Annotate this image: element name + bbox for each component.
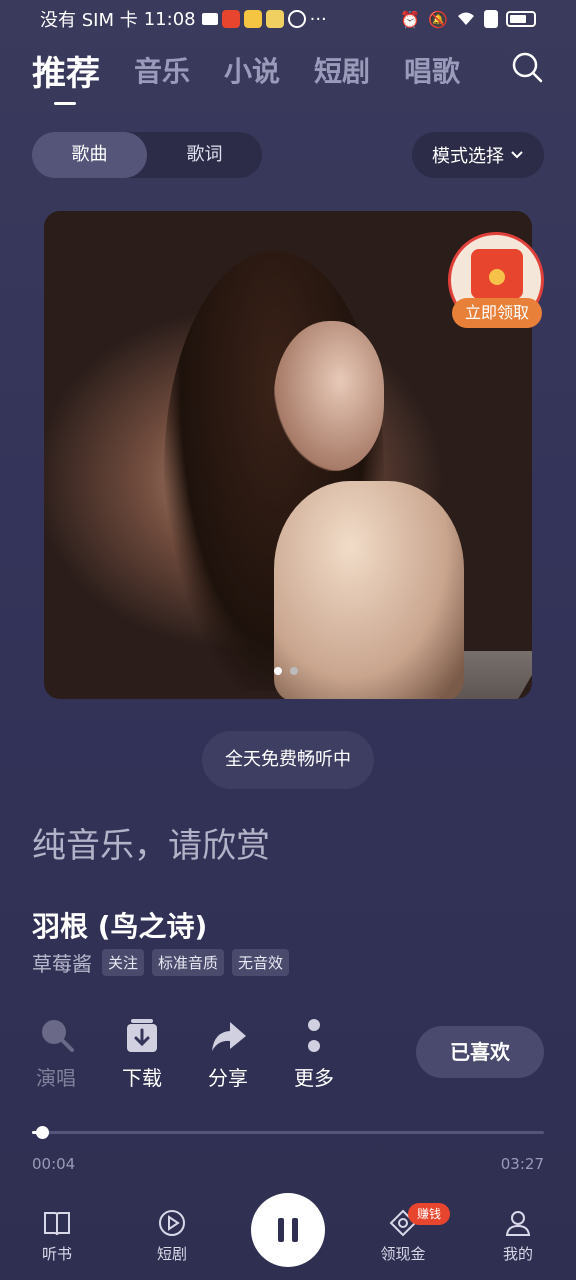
app-notification-icon <box>265 10 284 28</box>
nav-audiobook-label: 听书 <box>41 1245 72 1263</box>
nav-earn-cash-label: 领现金 <box>380 1245 426 1263</box>
carousel-dot <box>290 667 298 675</box>
more-notifications-indicator: ··· <box>309 8 327 30</box>
view-segment-control: 歌曲 歌词 <box>32 132 262 178</box>
nav-profile-label: 我的 <box>502 1245 533 1263</box>
cover-photo-detail <box>274 321 384 471</box>
download-button[interactable]: 下载 <box>114 1016 170 1091</box>
liked-button[interactable]: 已喜欢 <box>416 1026 544 1078</box>
carousel-dot <box>274 667 282 675</box>
sing-button[interactable]: 演唱 <box>28 1016 84 1091</box>
battery-icon <box>506 11 536 27</box>
carrier-text: 没有 SIM 卡 <box>40 10 138 31</box>
segment-song[interactable]: 歌曲 <box>32 132 147 178</box>
bottom-navigation: 听书 短剧 领现金 赚钱 我的 <box>0 1193 576 1280</box>
tab-novel[interactable]: 小说 <box>224 50 280 90</box>
lyrics-placeholder: 纯音乐，请欣赏 <box>32 826 270 866</box>
weibo-icon <box>243 10 262 28</box>
pause-button[interactable] <box>251 1193 325 1267</box>
mode-select-button[interactable]: 模式选择 <box>412 132 544 178</box>
nav-audiobook[interactable]: 听书 <box>17 1207 97 1264</box>
current-time: 00:04 <box>32 1155 76 1173</box>
song-meta: 草莓酱 关注 标准音质 无音效 <box>32 948 290 977</box>
tab-music[interactable]: 音乐 <box>134 50 190 90</box>
nav-short-drama[interactable]: 短剧 <box>132 1207 212 1264</box>
artist-name[interactable]: 草莓酱 <box>32 948 92 977</box>
progress-knob[interactable] <box>35 1126 49 1139</box>
cover-photo-detail <box>274 481 464 699</box>
tab-recommend[interactable]: 推荐 <box>32 46 100 105</box>
mode-select-label: 模式选择 <box>432 146 504 167</box>
free-listening-badge[interactable]: 全天免费畅听中 <box>202 731 374 789</box>
share-label: 分享 <box>208 1066 248 1090</box>
status-bar: 没有 SIM 卡 11:08 ··· ⏰ 🔕 <box>0 0 576 38</box>
download-icon <box>127 1019 157 1052</box>
song-actions: 演唱 下载 分享 更多 <box>28 1016 342 1091</box>
wifi-icon <box>458 12 474 25</box>
share-button[interactable]: 分享 <box>200 1016 256 1091</box>
song-title: 羽根 (鸟之诗) <box>32 910 208 943</box>
follow-button[interactable]: 关注 <box>102 949 145 976</box>
carousel-indicator <box>274 667 298 675</box>
red-envelope-icon <box>471 249 523 299</box>
vpn-icon <box>287 10 306 28</box>
quality-tag[interactable]: 标准音质 <box>152 949 225 976</box>
search-icon[interactable] <box>510 50 544 84</box>
sing-label: 演唱 <box>36 1066 76 1090</box>
progress-track[interactable] <box>32 1131 544 1134</box>
mute-icon: 🔕 <box>428 9 448 29</box>
mic-icon <box>42 1020 74 1052</box>
nav-short-drama-label: 短剧 <box>156 1245 187 1263</box>
alert-icon <box>484 10 498 28</box>
tab-short-drama[interactable]: 短剧 <box>314 50 370 90</box>
more-label: 更多 <box>294 1066 334 1090</box>
alarm-icon: ⏰ <box>400 9 421 29</box>
more-icon <box>308 1019 320 1052</box>
video-play-icon <box>159 1210 185 1236</box>
total-time: 03:27 <box>500 1155 544 1173</box>
profile-icon <box>505 1211 531 1236</box>
clock: 11:08 <box>143 8 196 30</box>
top-navigation: 推荐 音乐 小说 短剧 唱歌 <box>32 40 544 105</box>
pause-icon <box>278 1218 284 1242</box>
more-button[interactable]: 更多 <box>286 1016 342 1091</box>
segment-lyrics[interactable]: 歌词 <box>147 132 262 178</box>
pause-icon <box>292 1218 298 1242</box>
earn-money-badge: 赚钱 <box>408 1203 450 1225</box>
share-icon <box>212 1022 246 1051</box>
claim-now-button[interactable]: 立即领取 <box>452 298 542 328</box>
book-icon <box>44 1212 70 1236</box>
video-camera-icon <box>201 13 218 25</box>
app-notification-icon <box>221 10 240 28</box>
sound-effect-tag[interactable]: 无音效 <box>232 949 290 976</box>
nav-profile[interactable]: 我的 <box>478 1207 558 1264</box>
download-label: 下载 <box>122 1066 162 1090</box>
tab-sing[interactable]: 唱歌 <box>404 50 460 90</box>
chevron-down-icon <box>511 151 523 159</box>
